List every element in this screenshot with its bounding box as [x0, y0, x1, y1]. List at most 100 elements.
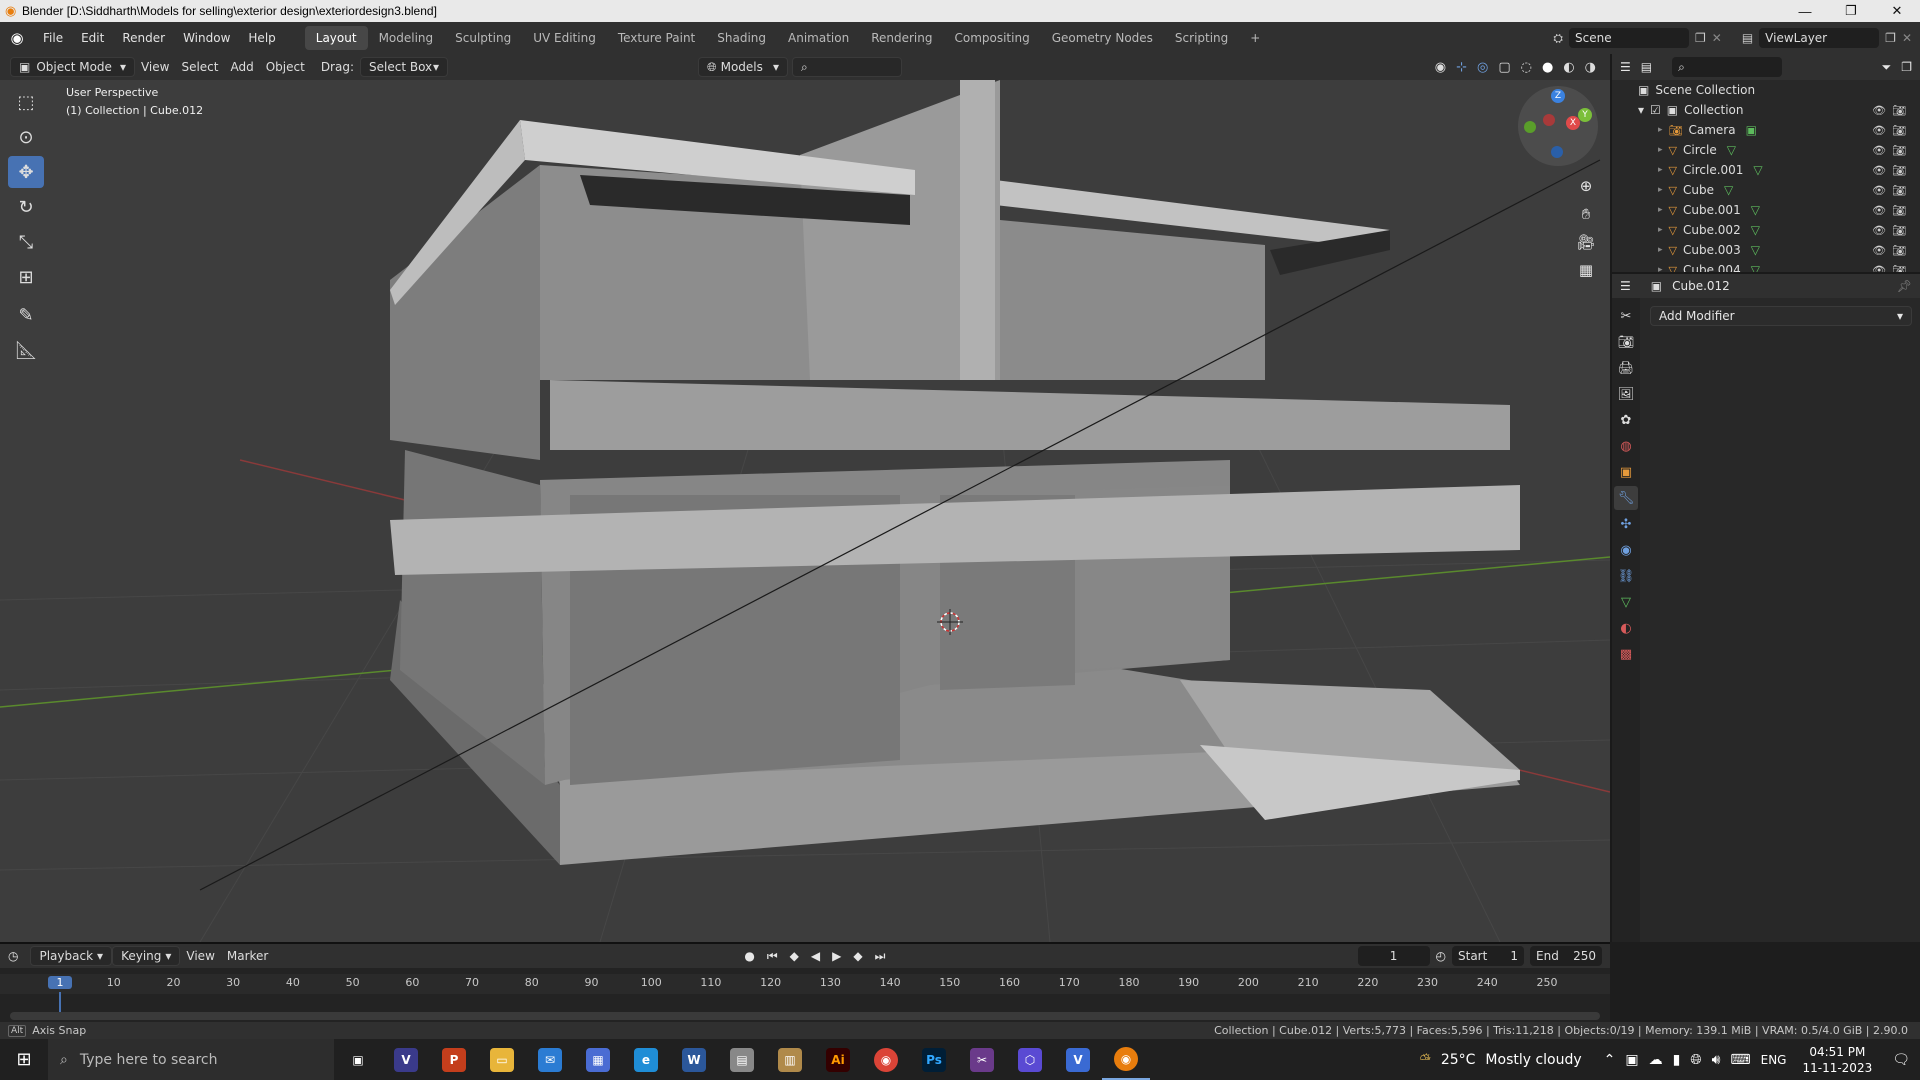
- scene-field[interactable]: Scene: [1569, 28, 1689, 48]
- drag-dropdown[interactable]: Select Box ▾: [360, 57, 448, 77]
- onedrive-icon[interactable]: ☁: [1649, 1052, 1663, 1068]
- tab-shading[interactable]: Shading: [706, 26, 777, 50]
- taskbar-app-files[interactable]: ▥: [766, 1039, 814, 1080]
- preview-range-icon[interactable]: ◴: [1436, 949, 1446, 963]
- tray-app-icon[interactable]: ▣: [1625, 1052, 1638, 1068]
- jump-end-icon[interactable]: ⏭: [875, 949, 886, 964]
- tab-compositing[interactable]: Compositing: [943, 26, 1040, 50]
- outliner-row-object[interactable]: ▸ ▽ Cube ▽ 👁︎📷︎: [1612, 180, 1920, 200]
- gizmo-z-axis[interactable]: Z: [1551, 89, 1565, 103]
- view-layer-tab-icon[interactable]: 🖼︎: [1614, 382, 1638, 406]
- modifier-tab-icon[interactable]: 🔧︎: [1614, 486, 1638, 510]
- orientation-dropdown[interactable]: 🌐︎ Models ▾: [698, 57, 788, 77]
- visibility-camera-icons[interactable]: 👁︎📷︎: [1872, 204, 1912, 217]
- viewlayer-field[interactable]: ViewLayer: [1759, 28, 1880, 48]
- outliner-row-object[interactable]: ▸ 📷︎ Camera ▣ 👁︎📷︎: [1612, 120, 1920, 140]
- wireframe-shading-icon[interactable]: ◌: [1521, 60, 1532, 75]
- filter-icon[interactable]: ⏷: [1882, 60, 1892, 75]
- new-scene-icon[interactable]: ❐: [1695, 31, 1706, 45]
- rotate-tool-icon[interactable]: ↻: [8, 191, 44, 223]
- outliner-row-object[interactable]: ▸ ▽ Cube.003 ▽ 👁︎📷︎: [1612, 240, 1920, 260]
- language-indicator[interactable]: ENG: [1761, 1053, 1787, 1067]
- tool-tab-icon[interactable]: ✂: [1614, 304, 1638, 328]
- output-tab-icon[interactable]: 🖨︎: [1614, 356, 1638, 380]
- taskbar-app-mail[interactable]: ✉: [526, 1039, 574, 1080]
- rendered-shading-icon[interactable]: ◑: [1585, 60, 1596, 75]
- taskbar-app-zoom[interactable]: ⬡: [1006, 1039, 1054, 1080]
- select-menu[interactable]: Select: [175, 60, 224, 74]
- 3d-viewport[interactable]: User Perspective (1) Collection | Cube.0…: [0, 80, 1610, 942]
- weather-temp[interactable]: 25°C: [1441, 1052, 1476, 1068]
- properties-editor-icon[interactable]: ☰: [1620, 279, 1631, 293]
- menu-help[interactable]: Help: [239, 22, 284, 54]
- texture-tab-icon[interactable]: ▩: [1614, 642, 1638, 666]
- taskbar-app-scanner[interactable]: ▤: [718, 1039, 766, 1080]
- new-collection-icon[interactable]: ❐: [1901, 60, 1912, 74]
- marker-menu[interactable]: Marker: [221, 949, 274, 963]
- physics-tab-icon[interactable]: ◉: [1614, 538, 1638, 562]
- play-reverse-icon[interactable]: ◀: [811, 949, 820, 964]
- visibility-camera-icons[interactable]: 👁︎📷︎: [1872, 144, 1912, 157]
- viewport-search[interactable]: ⌕: [792, 57, 902, 77]
- taskbar-app-edge[interactable]: e: [622, 1039, 670, 1080]
- outliner-row-object[interactable]: ▸ ▽ Cube.002 ▽ 👁︎📷︎: [1612, 220, 1920, 240]
- display-mode-icon[interactable]: ▤: [1641, 60, 1652, 74]
- outliner-editor-icon[interactable]: ☰: [1620, 60, 1631, 74]
- visibility-camera-icons[interactable]: 👁︎📷︎: [1872, 104, 1912, 117]
- zoom-icon[interactable]: ⊕: [1572, 172, 1600, 200]
- visibility-camera-icons[interactable]: 👁︎📷︎: [1872, 184, 1912, 197]
- view-menu[interactable]: View: [135, 60, 175, 74]
- material-tab-icon[interactable]: ◐: [1614, 616, 1638, 640]
- visibility-camera-icons[interactable]: 👁︎📷︎: [1872, 124, 1912, 137]
- current-frame-marker[interactable]: 1: [48, 976, 72, 989]
- tab-sculpting[interactable]: Sculpting: [444, 26, 522, 50]
- outliner-row-object[interactable]: ▸ ▽ Cube.001 ▽ 👁︎📷︎: [1612, 200, 1920, 220]
- select-box-tool-icon[interactable]: ⬚: [8, 86, 44, 118]
- particles-tab-icon[interactable]: ✣: [1614, 512, 1638, 536]
- timeline-view-menu[interactable]: View: [180, 949, 220, 963]
- gizmo-neg-x-axis[interactable]: [1543, 114, 1555, 126]
- measure-tool-icon[interactable]: 📐︎: [8, 334, 44, 366]
- mesh-data-tab-icon[interactable]: ▽: [1614, 590, 1638, 614]
- tab-modeling[interactable]: Modeling: [368, 26, 445, 50]
- expand-arrow-icon[interactable]: ▸: [1658, 245, 1663, 255]
- minimize-button[interactable]: —: [1782, 0, 1828, 22]
- cursor-tool-icon[interactable]: ⊙: [8, 121, 44, 153]
- tab-uv-editing[interactable]: UV Editing: [522, 26, 607, 50]
- material-shading-icon[interactable]: ◐: [1563, 60, 1574, 75]
- timeline-editor-icon[interactable]: ◷: [8, 949, 18, 963]
- taskbar-search[interactable]: ⌕ Type here to search: [48, 1039, 334, 1080]
- gizmo-neg-z-axis[interactable]: [1551, 146, 1563, 158]
- taskbar-app-store[interactable]: ▦: [574, 1039, 622, 1080]
- world-tab-icon[interactable]: ◍: [1614, 434, 1638, 458]
- navigation-gizmo[interactable]: Z Y X: [1518, 86, 1598, 166]
- start-frame-field[interactable]: Start 1: [1452, 946, 1524, 966]
- expand-arrow-icon[interactable]: ▸: [1658, 225, 1663, 235]
- xray-icon[interactable]: ▢: [1498, 60, 1510, 75]
- outliner-search[interactable]: ⌕: [1672, 57, 1783, 77]
- battery-icon[interactable]: ▮: [1673, 1052, 1681, 1068]
- taskbar-app-word[interactable]: W: [670, 1039, 718, 1080]
- pin-icon[interactable]: 📌︎: [1897, 279, 1912, 293]
- constraints-tab-icon[interactable]: ⛓︎: [1614, 564, 1638, 588]
- close-button[interactable]: ✕: [1874, 0, 1920, 22]
- outliner-row-object[interactable]: ▸ ▽ Circle.001 ▽ 👁︎📷︎: [1612, 160, 1920, 180]
- object-menu[interactable]: Object: [260, 60, 311, 74]
- play-icon[interactable]: ▶: [832, 949, 841, 964]
- current-frame-field[interactable]: 1: [1357, 946, 1430, 966]
- scene-tab-icon[interactable]: ✿: [1614, 408, 1638, 432]
- checkbox-icon[interactable]: ☑: [1650, 103, 1661, 117]
- next-keyframe-icon[interactable]: ◆: [853, 949, 862, 964]
- new-viewlayer-icon[interactable]: ❐: [1885, 31, 1896, 45]
- tab-layout[interactable]: Layout: [304, 26, 368, 50]
- maximize-button[interactable]: ❐: [1828, 0, 1874, 22]
- visibility-camera-icons[interactable]: 👁︎📷︎: [1872, 224, 1912, 237]
- end-frame-field[interactable]: End 250: [1530, 946, 1602, 966]
- clock[interactable]: 04:51 PM 11-11-2023: [1802, 1044, 1872, 1076]
- tab-rendering[interactable]: Rendering: [860, 26, 943, 50]
- move-tool-icon[interactable]: ✥: [8, 156, 44, 188]
- camera-view-icon[interactable]: 🎥︎: [1572, 228, 1600, 256]
- visibility-icon[interactable]: ◉: [1435, 60, 1446, 75]
- visibility-camera-icons[interactable]: 👁︎📷︎: [1872, 164, 1912, 177]
- gizmo-toggle-icon[interactable]: ⊹: [1456, 60, 1467, 75]
